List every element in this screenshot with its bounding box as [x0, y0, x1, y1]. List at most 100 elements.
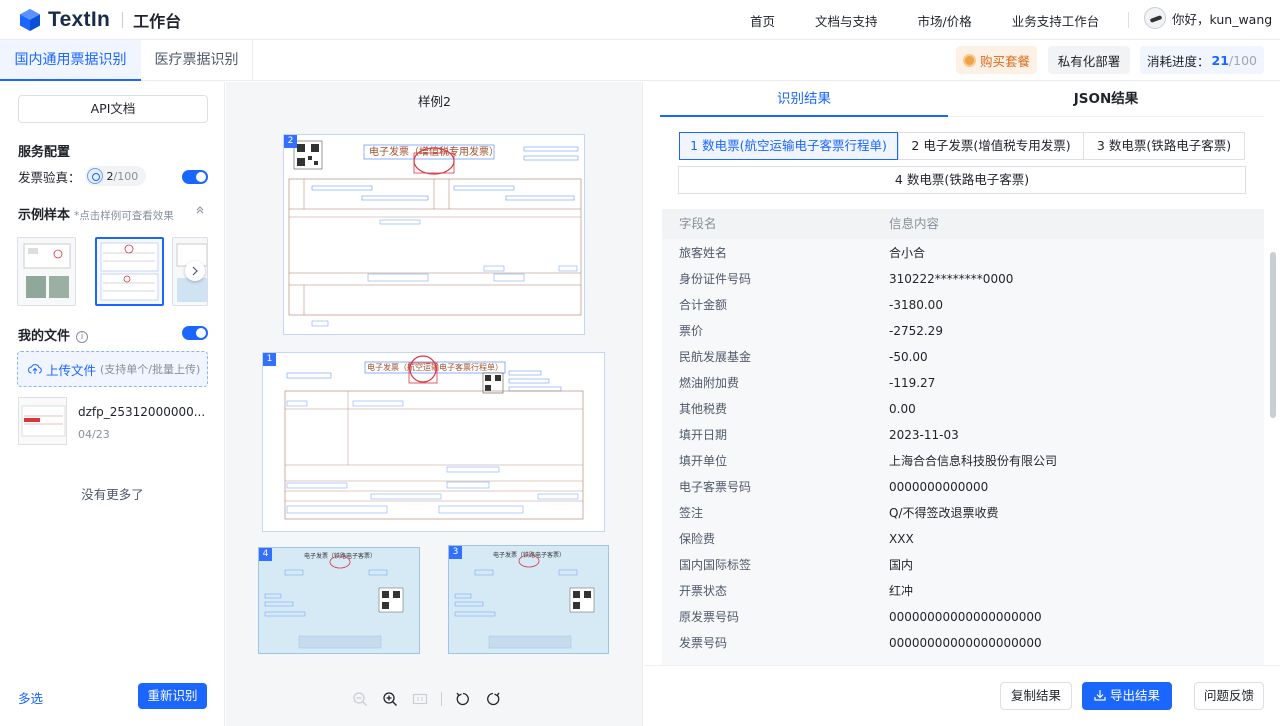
field-value[interactable]: 2023-11-03 — [889, 423, 959, 447]
buy-package-button[interactable]: 购买套餐 — [956, 46, 1037, 74]
rotate-left-icon[interactable] — [454, 690, 472, 708]
invoice-preview-4[interactable]: 电子发票（铁路电子客票） 4 — [258, 547, 420, 654]
invoice-preview-3[interactable]: 电子发票（铁路电子客票） 3 — [448, 545, 609, 654]
table-row: 签注 Q/不得签改退票收费 — [662, 501, 1264, 527]
re-recognize-button[interactable]: 重新识别 — [138, 683, 207, 709]
field-value[interactable]: 0000000000000 — [889, 475, 988, 499]
feedback-button[interactable]: 问题反馈 — [1194, 682, 1264, 710]
nav-links: 首页 文档与支持 市场/价格 业务支持工作台 — [750, 0, 1139, 40]
file-name: dzfp_25312000000... — [78, 405, 206, 419]
result-table-header: 字段名 信息内容 — [662, 209, 1264, 239]
sample-thumb-1-preview — [23, 243, 71, 298]
table-row: 原发票号码 00000000000000000000 — [662, 605, 1264, 631]
field-name: 填开单位 — [679, 454, 728, 468]
result-scrollbar[interactable] — [1270, 252, 1276, 418]
export-result-label: 导出结果 — [1109, 688, 1160, 703]
tab-json-result[interactable]: JSON结果 — [948, 82, 1264, 117]
invoice-preview-1-drawing: 电子发票（航空运输电子客票行程单） — [284, 355, 584, 520]
sample-thumb-1[interactable] — [17, 237, 76, 306]
chevron-right-icon — [192, 266, 198, 276]
field-value[interactable]: 上海合合信息科技股份有限公司 — [889, 449, 1057, 473]
multi-select-link[interactable]: 多选 — [18, 688, 43, 707]
my-files-title-row: 我的文件 i — [18, 325, 89, 344]
tab-medical-invoice[interactable]: 医疗票据识别 — [141, 40, 253, 81]
chevron-up-icon[interactable] — [196, 206, 204, 214]
invoice-preview-3-drawing: 电子发票（铁路电子客票） — [454, 551, 595, 649]
upload-label: 上传文件 — [46, 362, 97, 378]
zoom-out-icon[interactable] — [351, 690, 369, 708]
carousel-next-button[interactable] — [185, 261, 205, 281]
field-value[interactable]: -3180.00 — [889, 293, 943, 317]
field-value[interactable]: 00000000000000000000 — [889, 605, 1042, 629]
nav-link-docs[interactable]: 文档与支持 — [815, 11, 878, 30]
field-name: 合计金额 — [679, 298, 728, 312]
result-chip-1[interactable]: 1 数电票(航空运输电子客票行程单) — [679, 132, 898, 160]
field-value[interactable]: 合小合 — [889, 241, 925, 265]
field-value[interactable]: -2752.29 — [889, 319, 943, 343]
verify-label: 发票验真： — [18, 169, 81, 185]
nav-divider — [1128, 12, 1129, 28]
upload-file-area[interactable]: 上传文件 (支持单个/批量上传) — [17, 351, 208, 387]
field-name: 填开日期 — [679, 428, 728, 442]
field-value[interactable]: 国内 — [889, 553, 913, 577]
invoice-verify-row: 发票验真： 2 /100 — [18, 166, 147, 186]
export-result-button[interactable]: 导出结果 — [1082, 682, 1172, 710]
result-chip-4[interactable]: 4 数电票(铁路电子客票) — [678, 166, 1246, 194]
rotate-right-icon[interactable] — [484, 690, 502, 708]
nav-link-business[interactable]: 业务支持工作台 — [1012, 11, 1100, 30]
preview-panel: 样例2 电子发票（增值税专用发票） 2 电子发票（航空运输电子客票行程单） 1 … — [226, 82, 643, 726]
user-menu[interactable]: 你好，kun_wang — [1144, 7, 1272, 29]
field-name: 身份证件号码 — [679, 272, 752, 286]
result-chip-2[interactable]: 2 电子发票(增值税专用发票) — [898, 132, 1084, 160]
info-icon[interactable]: i — [76, 331, 89, 343]
avatar[interactable] — [1144, 7, 1166, 29]
table-row: 燃油附加费 -119.27 — [662, 371, 1264, 397]
zoom-in-icon[interactable] — [381, 690, 399, 708]
verify-toggle[interactable] — [182, 170, 208, 184]
invoice-preview-2[interactable]: 电子发票（增值税专用发票） 2 — [283, 134, 585, 335]
sample-carousel — [17, 237, 208, 307]
logo-text: TextIn — [48, 7, 111, 31]
fit-original-icon[interactable] — [411, 690, 429, 708]
file-thumbnail — [18, 397, 67, 445]
workspace-title: 工作台 — [133, 11, 182, 31]
nav-link-home[interactable]: 首页 — [750, 11, 775, 30]
top-nav: TextIn 工作台 首页 文档与支持 市场/价格 业务支持工作台 你好，kun… — [0, 0, 1280, 40]
zoom-toolbar — [351, 690, 514, 708]
invoice-preview-1[interactable]: 电子发票（航空运输电子客票行程单） 1 — [262, 352, 605, 532]
tab-recognition-result[interactable]: 识别结果 — [660, 82, 948, 117]
result-chip-3[interactable]: 3 数电票(铁路电子客票) — [1083, 132, 1245, 160]
user-greeting: 你好，kun_wang — [1172, 11, 1273, 27]
logo[interactable]: TextIn 工作台 — [18, 8, 181, 32]
sample-thumb-2[interactable] — [95, 237, 164, 306]
field-value[interactable]: -50.00 — [889, 345, 928, 369]
field-value[interactable]: -119.27 — [889, 371, 935, 395]
api-doc-button[interactable]: API文档 — [18, 95, 208, 123]
nav-link-market[interactable]: 市场/价格 — [918, 11, 972, 30]
field-name: 开票状态 — [679, 584, 728, 598]
field-value[interactable]: 310222********0000 — [889, 267, 1013, 291]
result-table-body: 旅客姓名 合小合身份证件号码 310222********0000 合计金额 -3180… — [662, 239, 1264, 665]
sample-thumb-2-preview — [100, 242, 159, 301]
table-row: 开票状态 红冲 — [662, 579, 1264, 605]
tab-domestic-invoice[interactable]: 国内通用票据识别 — [0, 40, 141, 81]
file-date: 04/23 — [78, 428, 110, 441]
copy-result-button[interactable]: 复制结果 — [1000, 682, 1072, 710]
my-files-toggle[interactable] — [182, 326, 208, 340]
file-list-item[interactable]: dzfp_25312000000... 04/23 — [18, 397, 208, 447]
field-name: 旅客姓名 — [679, 246, 728, 260]
samples-hint: *点击样例可查看效果 — [74, 210, 174, 222]
field-value[interactable]: 0.00 — [889, 397, 916, 421]
private-deploy-button[interactable]: 私有化部署 — [1048, 46, 1130, 74]
doc-number-badge-1: 1 — [263, 353, 276, 366]
field-name: 发票号码 — [679, 636, 728, 650]
field-value[interactable]: XXX — [889, 527, 914, 551]
verify-total: /100 — [113, 169, 139, 183]
result-panel: 识别结果 JSON结果 1 数电票(航空运输电子客票行程单) 2 电子发票(增值… — [644, 82, 1280, 726]
field-value[interactable]: 00000000000000000000 — [889, 631, 1042, 655]
field-name: 其他税费 — [679, 402, 728, 416]
usage-progress[interactable]: 消耗进度： 21 / 100 — [1140, 46, 1264, 74]
field-value[interactable]: Q/不得签改退票收费 — [889, 501, 999, 525]
left-panel: API文档 服务配置 发票验真： 2 /100 示例样本*点击样例可查看效果 — [0, 82, 225, 726]
field-value[interactable]: 红冲 — [889, 579, 913, 603]
